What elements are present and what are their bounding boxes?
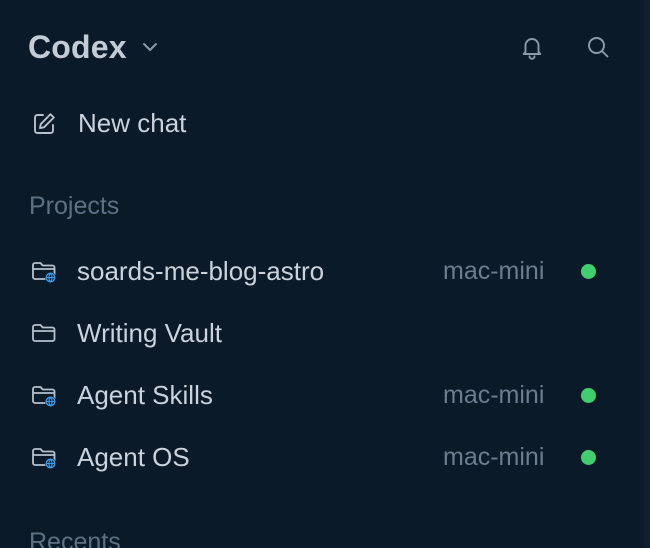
project-name: Agent OS [77,441,190,472]
app-title: Codex [28,28,127,65]
sidebar: Codex New chat Projects soards-me-blog-a… [0,0,650,548]
project-item[interactable]: Agent OS mac-mini [30,437,600,477]
sidebar-edge [644,0,650,548]
projects-section-label: Projects [29,192,120,220]
project-item[interactable]: soards-me-blog-astro mac-mini [30,251,600,291]
header-actions [518,33,612,61]
online-status-dot [581,263,596,279]
remote-folder-icon [30,257,58,285]
project-host: mac-mini [443,256,545,285]
remote-folder-icon [30,381,58,409]
online-status-dot [581,387,596,403]
new-chat-label: New chat [78,108,187,138]
edit-icon [30,110,58,138]
remote-folder-icon [30,443,58,471]
online-status-dot [581,449,596,465]
project-name: soards-me-blog-astro [77,255,325,286]
project-host: mac-mini [443,442,545,471]
chevron-down-icon [141,38,159,56]
workspace-switcher[interactable]: Codex [28,29,159,66]
new-chat-button[interactable]: New chat [30,108,186,139]
bell-icon[interactable] [518,33,546,61]
recents-section-label: Recents [29,528,121,548]
project-name: Writing Vault [77,317,222,348]
project-item[interactable]: Writing Vault [30,313,600,353]
project-name: Agent Skills [77,379,213,410]
folder-icon [30,319,58,347]
search-icon[interactable] [584,33,612,61]
project-item[interactable]: Agent Skills mac-mini [30,375,600,415]
project-host: mac-mini [443,380,545,409]
sidebar-header: Codex [28,24,612,70]
